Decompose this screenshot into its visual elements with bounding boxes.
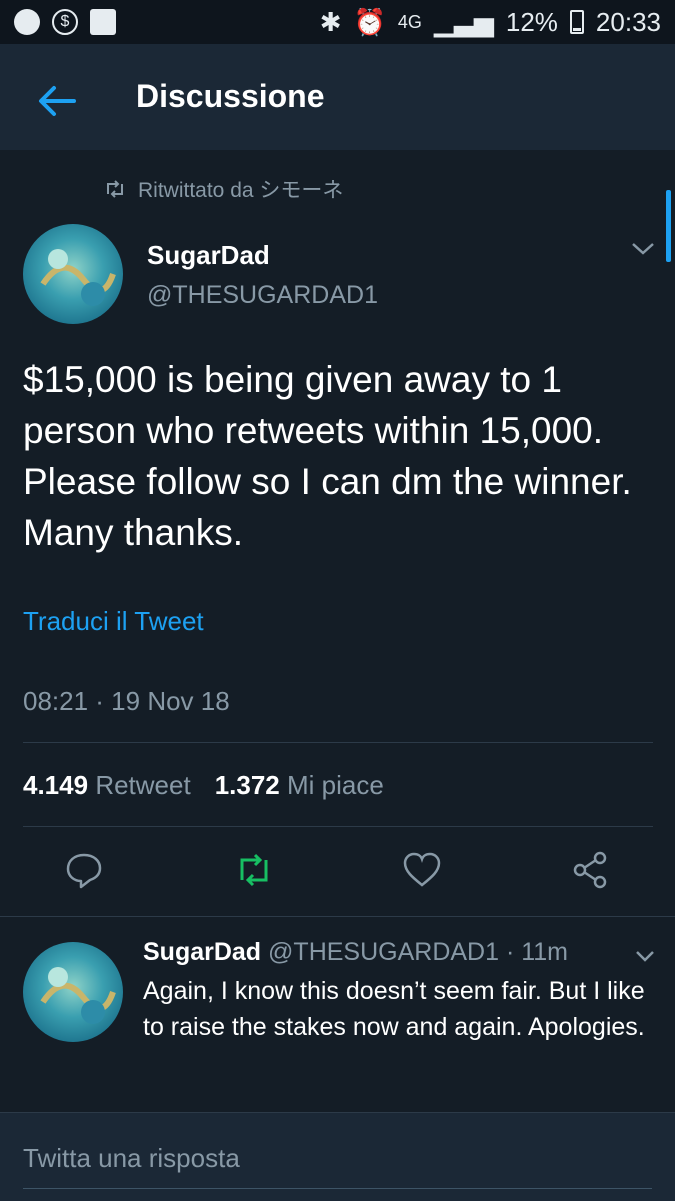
reply-composer: Twitta una risposta bbox=[0, 1112, 675, 1201]
tweet-text: $15,000 is being given away to 1 person … bbox=[23, 359, 632, 553]
tweet-actions bbox=[0, 850, 675, 894]
divider bbox=[0, 916, 675, 917]
retweet-label: Retweet bbox=[95, 770, 191, 800]
image-icon bbox=[90, 9, 116, 35]
status-bar-left: $ bbox=[14, 9, 116, 35]
like-heart-icon[interactable] bbox=[402, 850, 442, 890]
tweet-stats: 4.149 Retweet 1.372 Mi piace bbox=[23, 770, 384, 801]
reply-icon[interactable] bbox=[64, 850, 104, 890]
retweet-count: 4.149 bbox=[23, 770, 89, 800]
tweet-timestamp: 08:21 · 19 Nov 18 bbox=[23, 686, 230, 716]
page-title: Discussione bbox=[136, 78, 325, 114]
reply-chevron-down-icon[interactable] bbox=[634, 948, 656, 964]
likes-stat[interactable]: 1.372 Mi piace bbox=[215, 770, 384, 800]
avatar[interactable] bbox=[23, 224, 123, 324]
battery-icon bbox=[569, 10, 584, 34]
translate-tweet-link[interactable]: Traduci il Tweet bbox=[23, 606, 204, 637]
retweet-stat[interactable]: 4.149 Retweet bbox=[23, 770, 191, 800]
retweeted-by[interactable]: Ritwittato da シモーネ bbox=[104, 174, 343, 204]
reply-author-name: SugarDad bbox=[143, 938, 262, 966]
author-name[interactable]: SugarDad bbox=[147, 240, 270, 271]
status-bar: $ ✱ ⏰ 4G ▁▃▅ 12% 20:33 bbox=[0, 0, 675, 44]
network-type: 4G bbox=[397, 11, 422, 32]
divider bbox=[23, 826, 653, 827]
signal-icon: ▁▃▅ bbox=[433, 6, 494, 37]
composer-underline bbox=[23, 1188, 652, 1189]
chevron-down-icon[interactable] bbox=[630, 240, 656, 258]
clock: 20:33 bbox=[595, 6, 661, 37]
likes-label: Mi piace bbox=[287, 770, 384, 800]
battery-percent: 12% bbox=[505, 6, 558, 37]
scrollbar[interactable] bbox=[666, 190, 671, 262]
spotify-icon bbox=[14, 9, 40, 35]
dollar-icon: $ bbox=[52, 9, 78, 35]
retweet-small-icon bbox=[107, 180, 123, 198]
retweeted-by-label: Ritwittato da シモーネ bbox=[138, 179, 344, 202]
retweet-icon[interactable] bbox=[234, 850, 274, 890]
reply-input[interactable]: Twitta una risposta bbox=[23, 1143, 240, 1174]
reply-text: Again, I know this doesn’t seem fair. Bu… bbox=[143, 977, 645, 1041]
bluetooth-icon: ✱ bbox=[319, 6, 342, 37]
share-icon[interactable] bbox=[570, 850, 610, 890]
reply-meta: @THESUGARDAD1 · 11m bbox=[268, 938, 569, 966]
author-handle[interactable]: @THESUGARDAD1 bbox=[147, 281, 378, 310]
app-header: Discussione bbox=[0, 44, 675, 150]
back-arrow-icon[interactable] bbox=[36, 80, 78, 122]
reply-header[interactable]: SugarDad @THESUGARDAD1 · 11m bbox=[143, 938, 568, 967]
alarm-icon: ⏰ bbox=[353, 6, 386, 37]
divider bbox=[23, 742, 653, 743]
likes-count: 1.372 bbox=[214, 770, 280, 800]
status-bar-right: ✱ ⏰ 4G ▁▃▅ 12% 20:33 bbox=[320, 7, 661, 38]
reply-avatar[interactable] bbox=[23, 942, 123, 1042]
